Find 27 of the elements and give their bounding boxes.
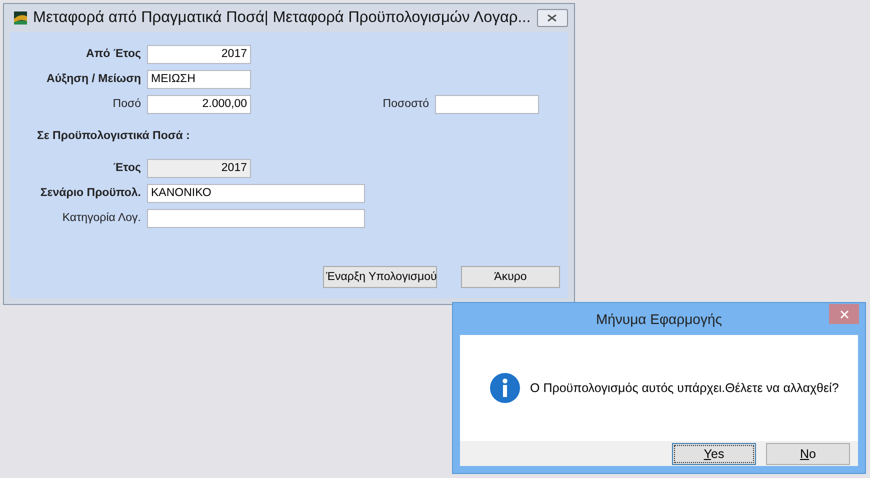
input-field[interactable] xyxy=(147,208,365,228)
close-icon xyxy=(547,14,558,22)
app-icon xyxy=(14,10,28,26)
window-title: Μεταφορά από Πραγματικά Ποσά| Μεταφορά Προϋπολογισμών Λογαρ... xyxy=(33,9,531,27)
input-field[interactable]: ΜΕΙΩΣΗ xyxy=(147,70,251,88)
close-icon xyxy=(840,310,848,318)
message-text: Ο Προϋπολογισμός αυτός υπάρχει.Θέλετε να αλλαχθεί? xyxy=(530,381,839,395)
field-label: Ποσό xyxy=(112,98,142,110)
section-heading: Σε Προϋπολογιστικά Ποσά : xyxy=(36,129,191,144)
field-label: Κατηγορία Λογ. xyxy=(61,212,142,224)
input-field[interactable]: 2017 xyxy=(147,44,251,64)
field-label: Ποσοστό xyxy=(382,98,430,110)
info-icon xyxy=(490,373,520,403)
dialog-title: Μήνυμα Εφαρμογής xyxy=(594,311,723,327)
field-label: Σενάριο Προϋπολ. xyxy=(39,187,142,199)
no-button[interactable]: No xyxy=(766,442,850,464)
start-button[interactable]: Έναρξη Υπολογισμού xyxy=(323,266,437,288)
close-button[interactable] xyxy=(536,9,568,27)
yes-button[interactable]: Yes xyxy=(672,442,756,464)
cancel-button[interactable]: Άκυρο xyxy=(461,266,560,288)
input-field[interactable]: ΚΑΝΟΝΙΚΟ xyxy=(147,184,365,202)
field-label: Από Έτος xyxy=(85,48,142,60)
field-label: Αύξηση / Μείωση xyxy=(46,73,142,85)
field-label: Έτος xyxy=(112,162,142,174)
input-field[interactable]: 2.000,00 xyxy=(147,94,251,114)
input-field[interactable] xyxy=(435,94,539,114)
close-button[interactable] xyxy=(829,304,859,324)
